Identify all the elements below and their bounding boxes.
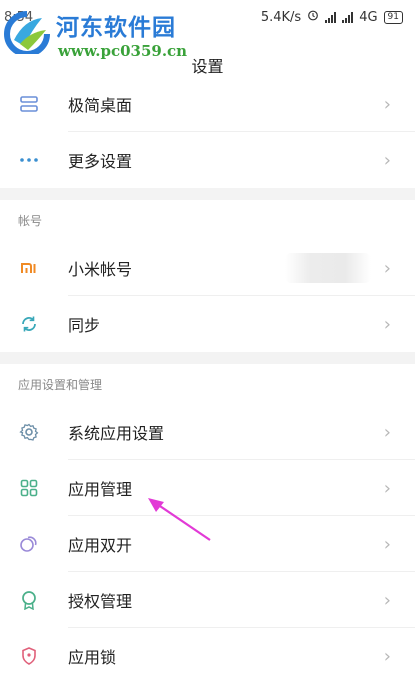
- signal-icon: [325, 11, 337, 23]
- alarm-icon: [307, 9, 319, 25]
- chevron-right-icon: ›: [383, 421, 391, 443]
- page-title: 设置: [191, 57, 224, 76]
- chevron-right-icon: ›: [383, 149, 391, 171]
- list-item-minimal-desktop[interactable]: 极简桌面 ›: [0, 76, 415, 132]
- list-item-label: 同步: [68, 316, 101, 335]
- network-speed: 5.4K/s: [260, 9, 302, 25]
- chevron-right-icon: ›: [383, 533, 391, 555]
- chevron-right-icon: ›: [383, 313, 391, 335]
- chevron-right-icon: ›: [383, 645, 391, 667]
- list-item-label: 系统应用设置: [68, 424, 165, 443]
- account-name-blurred: [285, 253, 371, 283]
- dual-app-icon: [18, 534, 39, 555]
- list-item-permission-management[interactable]: 授权管理 ›: [0, 572, 415, 628]
- list-item-mi-account[interactable]: 小米帐号 ›: [0, 240, 415, 296]
- chevron-right-icon: ›: [383, 93, 391, 115]
- list-item-dual-apps[interactable]: 应用双开 ›: [0, 516, 415, 572]
- battery-icon: 91: [383, 10, 403, 24]
- list-item-label: 授权管理: [68, 592, 133, 611]
- app-grid-icon: [18, 478, 39, 499]
- list-item-app-lock[interactable]: 应用锁 ›: [0, 628, 415, 684]
- settings-list: 极简桌面 › 更多设置 › 帐号 小米帐号 › 同步 › 应用设置和管理 系统应…: [0, 76, 415, 684]
- watermark-title: 河东软件园: [56, 14, 176, 41]
- permission-badge-icon: [18, 590, 39, 611]
- signal-icon-2: [342, 11, 354, 23]
- chevron-right-icon: ›: [383, 257, 391, 279]
- list-item-label: 更多设置: [68, 152, 133, 171]
- chevron-right-icon: ›: [383, 589, 391, 611]
- section-header-apps: 应用设置和管理: [18, 377, 103, 392]
- minimal-desktop-icon: [18, 94, 39, 115]
- section-header-account: 帐号: [18, 213, 43, 228]
- mi-logo-icon: [18, 258, 39, 279]
- app-lock-icon: [18, 646, 39, 667]
- list-item-label: 极简桌面: [68, 96, 133, 115]
- status-indicators: 5.4K/s 4G 91: [261, 9, 403, 25]
- sync-icon: [18, 314, 39, 335]
- list-item-label: 应用双开: [68, 536, 133, 555]
- network-type: 4G: [359, 9, 378, 25]
- list-item-system-app-settings[interactable]: 系统应用设置 ›: [0, 404, 415, 460]
- list-item-label: 应用管理: [68, 480, 133, 499]
- list-item-app-management[interactable]: 应用管理 ›: [0, 460, 415, 516]
- chevron-right-icon: ›: [383, 477, 391, 499]
- section-gap: [0, 352, 415, 364]
- list-item-sync[interactable]: 同步 ›: [0, 296, 415, 352]
- section-gap: [0, 188, 415, 200]
- watermark-logo-icon: [2, 10, 52, 57]
- more-dots-icon: [18, 150, 39, 171]
- gear-icon: [18, 422, 39, 443]
- list-item-more-settings[interactable]: 更多设置 ›: [0, 132, 415, 188]
- list-item-label: 应用锁: [68, 648, 117, 667]
